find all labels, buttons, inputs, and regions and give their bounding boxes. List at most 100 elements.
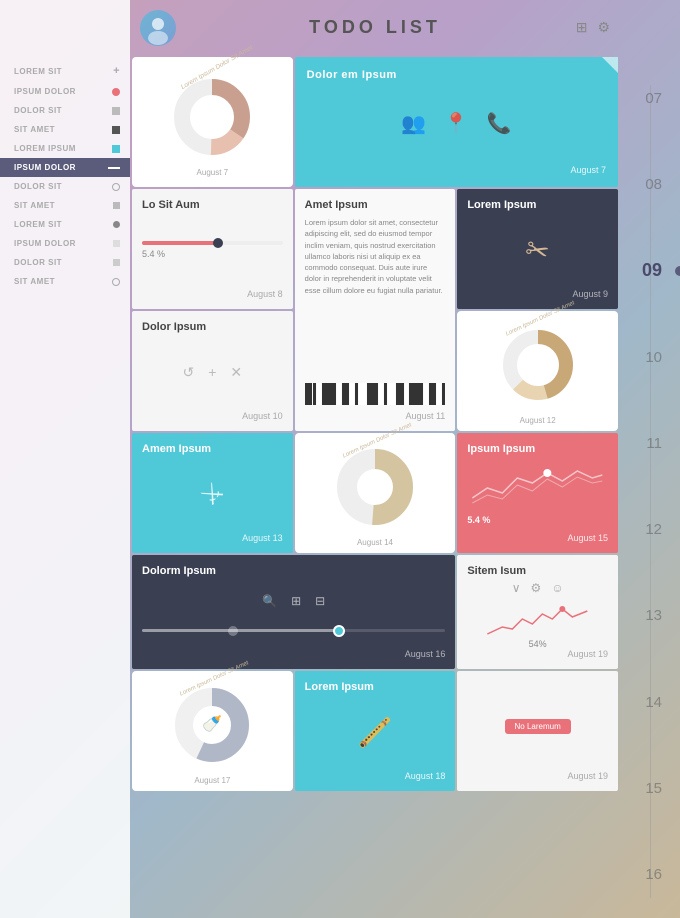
settings-icon[interactable]: ⚙ [597, 19, 610, 36]
card-title-aug13: Amem Ipsum [142, 443, 283, 455]
card-aug17-circle: Lorem Ipsum Dolor Sit Amet 🍼 August 17 [132, 671, 293, 791]
razor-icon: ⚔ [194, 476, 230, 512]
action-icons-aug10: ↺ + ✕ [142, 364, 283, 381]
sidebar-item-6[interactable]: DOLOR SIT [0, 177, 130, 196]
sidebar-item-8[interactable]: LOREM SIT [0, 215, 130, 234]
timeline-11: 11 [620, 400, 680, 486]
location-icon: 📍 [444, 111, 469, 136]
card-title-aug18: Lorem Ipsum [305, 681, 446, 693]
sidebar-indicator-8 [113, 221, 120, 228]
sidebar-indicator-1 [112, 88, 120, 96]
card-title-aug9: Lorem Ipsum [467, 199, 608, 211]
page-title: TODO LIST [309, 17, 441, 38]
sidebar: LOREM SIT + IPSUM DOLOR DOLOR SIT SIT AM… [0, 0, 130, 918]
card-aug14-circle: Lorem Ipsum Dolor Sit Amet August 14 [295, 433, 456, 553]
icons-row-aug7: 👥 📍 📞 [307, 111, 606, 136]
card-aug7-cyan: Dolor em Ipsum 👥 📍 📞 August 7 [295, 57, 618, 187]
line-chart [467, 599, 608, 639]
card-aug7-circle: Lorem Ipsum Dolor Sit Amet August 7 [132, 57, 293, 187]
timeline-10: 10 [620, 314, 680, 400]
sidebar-label-8: LOREM SIT [14, 220, 62, 229]
sidebar-item-0[interactable]: LOREM SIT + [0, 60, 130, 82]
avatar-circle [140, 10, 176, 46]
fold-corner [602, 57, 618, 73]
card-title-sitem: Sitem Isum [467, 565, 608, 577]
search-icon-dark[interactable]: 🔍 [262, 594, 277, 608]
timeline-08: 08 [620, 141, 680, 227]
sidebar-item-9[interactable]: IPSUM DOLOR [0, 234, 130, 253]
timeline-16: 16 [620, 832, 680, 918]
no-laremum-badge: No Laremum [505, 719, 571, 734]
close-icon[interactable]: ✕ [230, 364, 242, 381]
sidebar-item-1[interactable]: IPSUM DOLOR [0, 82, 130, 101]
date-aug18: August 18 [305, 771, 446, 781]
sidebar-item-2[interactable]: DOLOR SIT [0, 101, 130, 120]
chevron-down-icon[interactable]: ∨ [512, 581, 521, 595]
header: TODO LIST ⊞ ⚙ [130, 0, 620, 55]
date-aug15: August 15 [467, 533, 608, 543]
card-aug8: Lo Sit Aum 5.4 % August 8 [132, 189, 293, 309]
donut-chart-4: 🍼 [172, 685, 252, 765]
date-aug13: August 13 [142, 533, 283, 543]
card-aug16: Dolorm Ipsum 🔍 ⊞ ⊟ August 16 [132, 555, 455, 669]
date-aug17: August 17 [194, 776, 230, 785]
chart-pct: 54% [467, 639, 608, 649]
add-icon[interactable]: + [208, 364, 216, 381]
date-aug10: August 10 [142, 411, 283, 421]
smiley-icon[interactable]: ☺ [551, 581, 563, 595]
sidebar-label-3: SIT AMET [14, 125, 55, 134]
card-aug10: Dolor Ipsum ↺ + ✕ August 10 [132, 311, 293, 431]
slider-thumb-2[interactable] [333, 625, 345, 637]
header-icons: ⊞ ⚙ [576, 19, 610, 36]
timeline-14: 14 [620, 659, 680, 745]
sidebar-label-6: DOLOR SIT [14, 182, 62, 191]
card-title-aug16: Dolorm Ipsum [142, 565, 445, 577]
grid-icon-dark[interactable]: ⊞ [291, 594, 301, 608]
main-content: TODO LIST ⊞ ⚙ Lorem Ipsum Dolor Sit Amet [130, 0, 620, 918]
progress-pct: 5.4 % [142, 249, 283, 259]
sidebar-label-2: DOLOR SIT [14, 106, 62, 115]
sidebar-label-4: LOREM IPSUM [14, 144, 76, 153]
sidebar-item-5[interactable]: IPSUM DOLOR [0, 158, 130, 177]
avatar [140, 10, 176, 46]
timeline-13: 13 [620, 573, 680, 659]
scissors-icon: ✂ [465, 216, 609, 284]
card-amet-ipsum: Amet Ipsum Lorem ipsum dolor sit amet, c… [295, 189, 456, 431]
sidebar-item-11[interactable]: SIT AMET [0, 272, 130, 291]
sidebar-item-4[interactable]: LOREM IPSUM [0, 139, 130, 158]
card-title-aug7: Dolor em Ipsum [307, 69, 606, 81]
card-aug19: No Laremum August 19 [457, 671, 618, 791]
date-aug11: August 11 [305, 411, 446, 421]
card-title-aug15: Ipsum Ipsum [467, 443, 608, 455]
sidebar-indicator-9 [113, 240, 120, 247]
date-aug12: August 12 [520, 416, 556, 425]
timeline-07: 07 [620, 55, 680, 141]
pipe-icon: 🪈 [305, 716, 446, 749]
date-aug19a: August 19 [467, 649, 608, 659]
sidebar-indicator-11 [112, 278, 120, 286]
svg-text:🍼: 🍼 [202, 714, 222, 733]
grid-icon[interactable]: ⊞ [576, 19, 588, 36]
people-icon: 👥 [401, 111, 426, 136]
refresh-icon[interactable]: ↺ [183, 364, 195, 381]
filter-icon[interactable]: ⚙ [531, 581, 542, 595]
sidebar-item-10[interactable]: DOLOR SIT [0, 253, 130, 272]
phone-icon: 📞 [487, 111, 512, 136]
card-aug12-circle: Lorem Ipsum Dolor Sit Amet August 12 [457, 311, 618, 431]
card-aug13: Amem Ipsum ⚔ August 13 [132, 433, 293, 553]
barcode [305, 383, 446, 405]
sidebar-label-10: DOLOR SIT [14, 258, 62, 267]
progress-thumb [213, 238, 223, 248]
date-aug7: August 7 [197, 168, 229, 177]
card-sitem-isum: Sitem Isum ∨ ⚙ ☺ 54% August 19 [457, 555, 618, 669]
sidebar-indicator-3 [112, 126, 120, 134]
sidebar-label-0: LOREM SIT [14, 67, 62, 76]
sidebar-item-7[interactable]: SIT AMET [0, 196, 130, 215]
sidebar-item-3[interactable]: SIT AMET [0, 120, 130, 139]
sidebar-indicator-2 [112, 107, 120, 115]
donut-chart-3 [335, 447, 415, 527]
timeline-09: 09 [620, 228, 680, 314]
sidebar-label-5: IPSUM DOLOR [14, 163, 76, 172]
slider-thumb-1[interactable] [228, 626, 238, 636]
list-icon-dark[interactable]: ⊟ [315, 594, 325, 608]
